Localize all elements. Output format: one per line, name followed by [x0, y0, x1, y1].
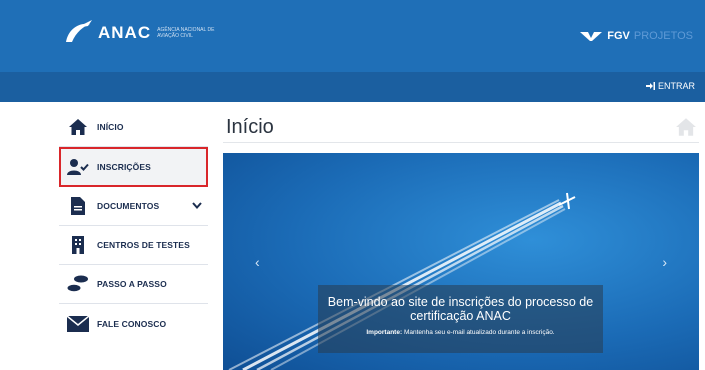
- fgv-mark-icon: [580, 31, 603, 41]
- building-icon: [67, 235, 89, 255]
- sidebar-item-fale-conosco[interactable]: FALE CONOSCO: [59, 304, 208, 343]
- partner-suffix: PROJETOS: [633, 30, 693, 42]
- logo-text: ANAC: [98, 23, 152, 42]
- caption-note-text: Mantenha seu e-mail atualizado durante a…: [403, 329, 555, 336]
- anac-logo[interactable]: ANAC Agência Nacional de Aviação Civil: [62, 18, 227, 48]
- sidebar-item-label: DOCUMENTOS: [97, 201, 160, 211]
- home-icon[interactable]: [675, 117, 697, 137]
- partner-name: FGV: [607, 30, 630, 42]
- sidebar-item-inscricoes[interactable]: INSCRIÇÕES: [59, 147, 208, 187]
- logo-subtitle: Agência Nacional de Aviação Civil: [157, 27, 215, 39]
- sidebar-item-label: FALE CONOSCO: [97, 318, 167, 329]
- page-title: Início: [226, 116, 274, 138]
- caption-note: Importante: Mantenha seu e-mail atualiza…: [318, 329, 603, 336]
- sidebar-item-label: INÍCIO: [97, 122, 124, 132]
- sidebar-item-centros-de-testes[interactable]: CENTROS DE TESTES: [59, 226, 208, 265]
- fgv-projetos-logo[interactable]: FGV PROJETOS: [580, 30, 693, 42]
- home-icon: [67, 117, 89, 137]
- document-icon: [67, 196, 89, 216]
- sign-in-icon: [645, 82, 655, 90]
- sidebar-item-label: PASSO A PASSO: [97, 279, 167, 289]
- sidebar-item-documentos[interactable]: DOCUMENTOS: [59, 187, 208, 226]
- sidebar-item-label: INSCRIÇÕES: [97, 162, 151, 172]
- hero-carousel: ‹ › Bem-vindo ao site de inscrições do p…: [223, 153, 699, 370]
- user-check-icon: [67, 157, 89, 177]
- carousel-next-arrow[interactable]: ›: [662, 254, 667, 270]
- sidebar-item-passo-a-passo[interactable]: PASSO A PASSO: [59, 265, 208, 304]
- caption-headline: Bem-vindo ao site de inscrições do proce…: [327, 295, 594, 323]
- carousel-caption: Bem-vindo ao site de inscrições do proce…: [318, 285, 603, 353]
- sidebar-item-label: CENTROS DE TESTES: [97, 240, 190, 250]
- chevron-down-icon[interactable]: [192, 202, 202, 210]
- login-link[interactable]: ENTRAR: [645, 81, 695, 91]
- footsteps-icon: [67, 274, 89, 294]
- login-label: ENTRAR: [657, 81, 695, 91]
- top-nav-bar: ENTRAR: [0, 72, 705, 102]
- title-divider: [223, 142, 699, 143]
- envelope-icon: [67, 314, 89, 334]
- caption-note-label: Importante:: [366, 329, 403, 336]
- anac-logo-icon: [66, 20, 92, 42]
- sidebar-item-inicio[interactable]: INÍCIO: [59, 108, 208, 147]
- carousel-prev-arrow[interactable]: ‹: [255, 254, 260, 270]
- sidebar-nav: INÍCIO INSCRIÇÕES DOCUMENTOS CENTROS DE …: [59, 108, 208, 343]
- site-header: ANAC Agência Nacional de Aviação Civil F…: [0, 0, 705, 72]
